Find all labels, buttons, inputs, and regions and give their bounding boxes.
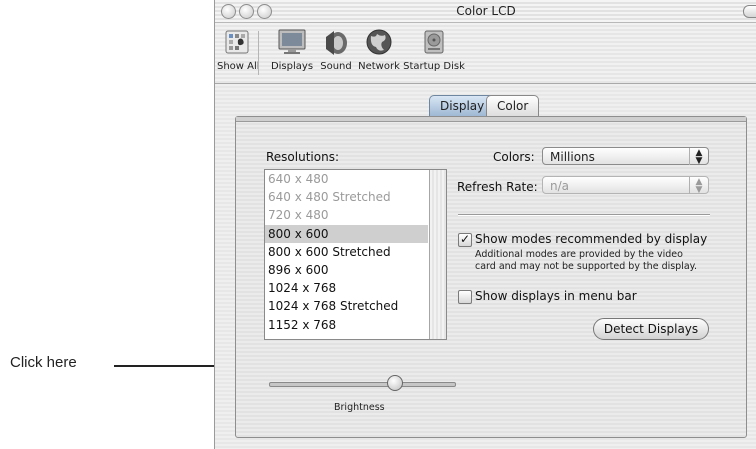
list-item[interactable]: 1024 x 768: [265, 279, 428, 297]
colors-value: Millions: [550, 150, 595, 164]
detect-displays-button[interactable]: Detect Displays: [593, 318, 709, 340]
list-item: 640 x 480: [268, 172, 329, 186]
show-all-icon: [225, 30, 249, 54]
resolutions-list[interactable]: 640 x 480 640 x 480 Stretched 720 x 480 800…: [264, 169, 447, 340]
toolbar-displays[interactable]: Displays: [267, 27, 317, 72]
colors-label: Colors:: [493, 150, 535, 164]
colors-popup[interactable]: Millions ▲ ▼: [542, 147, 709, 166]
list-item[interactable]: 1024 x 768 Stretched: [265, 297, 428, 315]
brightness-slider-thumb[interactable]: [387, 375, 403, 391]
tab-panel: Resolutions: 640 x 480 640 x 480 Stretche…: [235, 116, 747, 438]
divider: [458, 214, 710, 216]
show-modes-note-line2: card and may not be supported by the dis…: [475, 261, 697, 272]
toolbar-startup-disk[interactable]: Startup Disk: [403, 27, 465, 72]
list-item[interactable]: 800 x 600: [265, 224, 428, 243]
list-item[interactable]: 896 x 600: [265, 261, 428, 279]
speaker-icon: [326, 31, 347, 55]
brightness-slider[interactable]: [269, 382, 456, 387]
toolbar-label: Show All: [217, 61, 260, 72]
globe-icon: [366, 29, 392, 55]
show-menu-bar-label[interactable]: Show displays in menu bar: [475, 289, 637, 303]
list-item: 640 x 480 Stretched: [268, 190, 391, 205]
list-item[interactable]: 800 x 600 Stretched: [265, 243, 428, 261]
window-title: Color LCD: [456, 4, 516, 18]
resolutions-list-items: 640 x 480 640 x 480 Stretched 720 x 480 800…: [265, 170, 428, 334]
tab-panel-border: [236, 117, 746, 122]
toolbar-label: Displays: [270, 61, 314, 72]
refresh-rate-popup[interactable]: n/a ▲ ▼: [542, 176, 709, 195]
toolbar-label: Sound: [320, 61, 352, 72]
toolbar-sound[interactable]: Sound: [316, 27, 356, 72]
list-item[interactable]: 1152 x 768: [265, 316, 428, 334]
show-modes-note-line1: Additional modes are provided by the vid…: [475, 249, 683, 260]
show-modes-checkbox[interactable]: ✓: [458, 233, 472, 247]
toolbar-separator: [258, 31, 259, 75]
resolutions-scrollbar[interactable]: [429, 170, 446, 339]
brightness-label: Brightness: [334, 402, 385, 413]
title-bar[interactable]: Color LCD: [215, 0, 756, 23]
popup-arrows-icon: ▲ ▼: [689, 148, 708, 166]
popup-arrows-icon: ▲ ▼: [689, 177, 708, 195]
list-item: 720 x 480: [268, 208, 329, 223]
refresh-rate-value: n/a: [550, 179, 570, 193]
monitor-icon: [278, 29, 306, 54]
show-modes-label[interactable]: Show modes recommended by display: [475, 232, 707, 246]
tab-color[interactable]: Color: [486, 95, 540, 116]
toolbar-label: Network: [358, 61, 400, 72]
toolbar-network[interactable]: Network: [356, 27, 402, 72]
toolbar-label: Startup Disk: [403, 61, 465, 72]
refresh-rate-label: Refresh Rate:: [457, 180, 538, 194]
display-pane: Display Color Resolutions: 640 x 480 640 …: [215, 84, 756, 449]
toolbar-toggle-button[interactable]: [743, 5, 756, 18]
callout-label: Click here: [10, 354, 77, 371]
toolbar-show-all[interactable]: Show All: [217, 27, 260, 72]
resolutions-label: Resolutions:: [266, 150, 339, 164]
show-menu-bar-checkbox[interactable]: [458, 290, 472, 304]
hard-disk-icon: [424, 30, 444, 54]
toolbar: Show All Displays Sound Network Startup …: [215, 23, 756, 84]
system-preferences-window: Color LCD Show All Displays Sound Networ…: [214, 0, 756, 449]
